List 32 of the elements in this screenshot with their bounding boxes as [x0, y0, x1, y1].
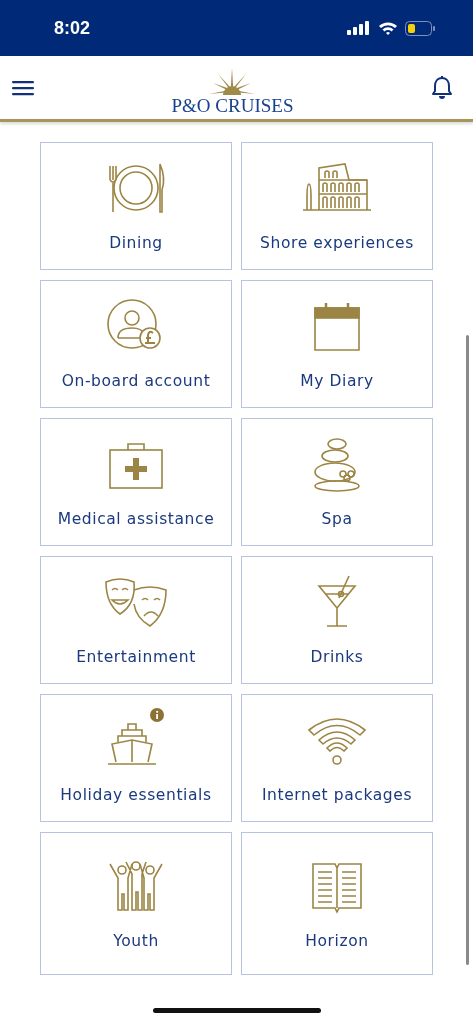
- menu-tile[interactable]: Dining: [40, 142, 232, 270]
- tile-label: Dining: [109, 234, 163, 252]
- menu-tile[interactable]: Drinks: [241, 556, 433, 684]
- menu-tile[interactable]: Internet packages: [241, 694, 433, 822]
- signal-icon: [347, 21, 371, 35]
- tile-label: Holiday essentials: [60, 786, 212, 804]
- tile-label: Youth: [113, 931, 159, 950]
- tile-label: Shore experiences: [260, 234, 414, 252]
- bell-icon[interactable]: [431, 75, 453, 100]
- scrollbar[interactable]: [466, 335, 469, 965]
- tile-label: Horizon: [305, 931, 369, 950]
- battery-icon: [405, 20, 435, 36]
- menu-tile[interactable]: Medical assistance: [40, 418, 232, 546]
- menu-tile[interactable]: Spa: [241, 418, 433, 546]
- tile-label: Spa: [321, 510, 353, 528]
- tile-label: Entertainment: [76, 648, 196, 666]
- logo-text: P&O CRUISES: [171, 96, 294, 115]
- menu-tile[interactable]: Entertainment: [40, 556, 232, 684]
- menu-tile[interactable]: My Diary: [241, 280, 433, 408]
- menu-tile[interactable]: Youth: [40, 832, 232, 975]
- tile-label: My Diary: [300, 372, 374, 390]
- menu-tile[interactable]: Holiday essentials: [40, 694, 232, 822]
- status-time: 8:02: [54, 17, 91, 39]
- wifi-status-icon: [378, 20, 398, 36]
- tile-label: Medical assistance: [57, 510, 215, 528]
- tile-label: Internet packages: [261, 786, 413, 804]
- tile-label: Drinks: [310, 648, 364, 666]
- menu-icon[interactable]: [12, 79, 34, 96]
- tile-label: On-board account: [61, 372, 211, 390]
- menu-tile[interactable]: Shore experiences: [241, 142, 433, 270]
- menu-tile[interactable]: On-board account: [40, 280, 232, 408]
- menu-tile[interactable]: Horizon: [241, 832, 433, 975]
